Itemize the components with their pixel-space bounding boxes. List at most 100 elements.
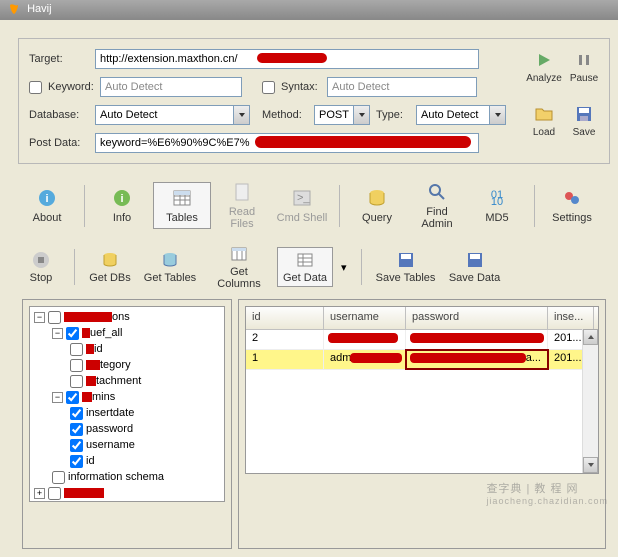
md5-button[interactable]: 0110MD5	[468, 182, 526, 229]
data-grid[interactable]: id username password inse... 2 201... 1 …	[245, 306, 599, 474]
chevron-down-icon[interactable]	[353, 106, 369, 124]
keyword-input[interactable]	[100, 77, 242, 97]
play-icon	[533, 49, 555, 71]
stop-button[interactable]: Stop	[18, 247, 64, 287]
floppy-icon	[396, 250, 416, 270]
db-query-icon	[366, 187, 388, 209]
tree-checkbox[interactable]	[70, 439, 83, 452]
titlebar: Havij	[0, 0, 618, 20]
savetables-button[interactable]: Save Tables	[372, 247, 440, 287]
folder-open-icon	[533, 103, 555, 125]
search-user-icon	[426, 181, 448, 203]
tree-checkbox[interactable]	[52, 471, 65, 484]
pause-button[interactable]: Pause	[566, 49, 602, 84]
redacted	[86, 376, 96, 386]
stop-icon	[31, 250, 51, 270]
info-circle-icon: i	[36, 187, 58, 209]
chevron-down-icon[interactable]	[233, 106, 249, 124]
collapse-icon[interactable]: −	[52, 392, 63, 403]
gettables-button[interactable]: Get Tables	[139, 247, 201, 287]
target-label: Target:	[29, 53, 89, 65]
tree-checkbox[interactable]	[70, 375, 83, 388]
type-label: Type:	[376, 109, 410, 121]
columns-icon	[229, 244, 249, 264]
findadmin-button[interactable]: Find Admin	[408, 176, 466, 235]
method-label: Method:	[262, 109, 308, 121]
readfiles-button[interactable]: Read Files	[213, 176, 271, 235]
terminal-icon: >_	[291, 187, 313, 209]
vertical-scrollbar[interactable]	[582, 329, 598, 473]
separator	[84, 185, 85, 227]
redacted	[82, 328, 90, 338]
tree-checkbox[interactable]	[70, 343, 83, 356]
redacted	[64, 488, 104, 498]
table-row[interactable]: 1 adm a... 201...	[246, 350, 598, 370]
method-select[interactable]	[314, 105, 370, 125]
column-header-inse[interactable]: inse...	[548, 307, 594, 329]
cmdshell-button[interactable]: >_Cmd Shell	[273, 182, 331, 229]
file-icon	[231, 181, 253, 203]
syntax-label: Syntax:	[281, 81, 321, 93]
column-header-id[interactable]: id	[246, 307, 324, 329]
gear-icon	[561, 187, 583, 209]
about-button[interactable]: iAbout	[18, 182, 76, 229]
database-label: Database:	[29, 109, 89, 121]
tree-checkbox[interactable]	[66, 327, 79, 340]
sub-toolbar: Stop Get DBs Get Tables Get Columns Get …	[18, 241, 610, 293]
separator	[74, 249, 75, 285]
load-button[interactable]: Load	[526, 103, 562, 138]
tree-checkbox[interactable]	[48, 487, 61, 500]
getcolumns-button[interactable]: Get Columns	[205, 241, 273, 293]
keyword-checkbox[interactable]	[29, 81, 42, 94]
collapse-icon[interactable]: −	[52, 328, 63, 339]
data-icon	[295, 250, 315, 270]
redacted	[350, 353, 402, 363]
collapse-icon[interactable]: −	[34, 312, 45, 323]
separator	[534, 185, 535, 227]
tree-checkbox[interactable]	[48, 311, 61, 324]
tree-checkbox[interactable]	[70, 455, 83, 468]
syntax-checkbox[interactable]	[262, 81, 275, 94]
tables-icon	[160, 250, 180, 270]
analyze-button[interactable]: Analyze	[526, 49, 562, 84]
dropdown-arrow[interactable]: ▾	[337, 261, 351, 274]
database-tree[interactable]: −ons −uef_all id tegory tachment −mins i…	[29, 306, 225, 502]
svg-text:i: i	[45, 193, 48, 205]
tree-checkbox[interactable]	[70, 407, 83, 420]
target-form-panel: Target: Keyword: Syntax: Database:	[18, 38, 610, 164]
separator	[361, 249, 362, 285]
keyword-label: Keyword:	[48, 81, 94, 93]
table-row[interactable]: 2 201...	[246, 330, 598, 350]
tree-checkbox[interactable]	[66, 391, 79, 404]
settings-button[interactable]: Settings	[543, 182, 601, 229]
getdbs-button[interactable]: Get DBs	[85, 247, 135, 287]
scroll-up-icon[interactable]	[583, 329, 598, 345]
savedata-button[interactable]: Save Data	[444, 247, 506, 287]
tree-checkbox[interactable]	[70, 359, 83, 372]
redacted	[410, 333, 544, 343]
tables-button[interactable]: Tables	[153, 182, 211, 229]
query-button[interactable]: Query	[348, 182, 406, 229]
table-icon	[171, 187, 193, 209]
redacted	[82, 392, 92, 402]
database-icon	[100, 250, 120, 270]
data-panel: id username password inse... 2 201... 1 …	[238, 299, 606, 549]
column-header-password[interactable]: password	[406, 307, 548, 329]
postdata-label: Post Data:	[29, 137, 89, 149]
info-button[interactable]: iInfo	[93, 182, 151, 229]
expand-icon[interactable]: +	[34, 488, 45, 499]
tree-panel: −ons −uef_all id tegory tachment −mins i…	[22, 299, 232, 549]
separator	[339, 185, 340, 227]
tree-checkbox[interactable]	[70, 423, 83, 436]
type-select[interactable]	[416, 105, 506, 125]
scroll-down-icon[interactable]	[583, 457, 598, 473]
syntax-input[interactable]	[327, 77, 477, 97]
main-toolbar: iAbout iInfo Tables Read Files >_Cmd She…	[18, 164, 610, 241]
app-icon	[8, 3, 20, 15]
save-button[interactable]: Save	[566, 103, 602, 138]
getdata-button[interactable]: Get Data	[277, 247, 333, 287]
redacted	[86, 344, 94, 354]
column-header-username[interactable]: username	[324, 307, 406, 329]
database-select[interactable]	[95, 105, 250, 125]
chevron-down-icon[interactable]	[489, 106, 505, 124]
